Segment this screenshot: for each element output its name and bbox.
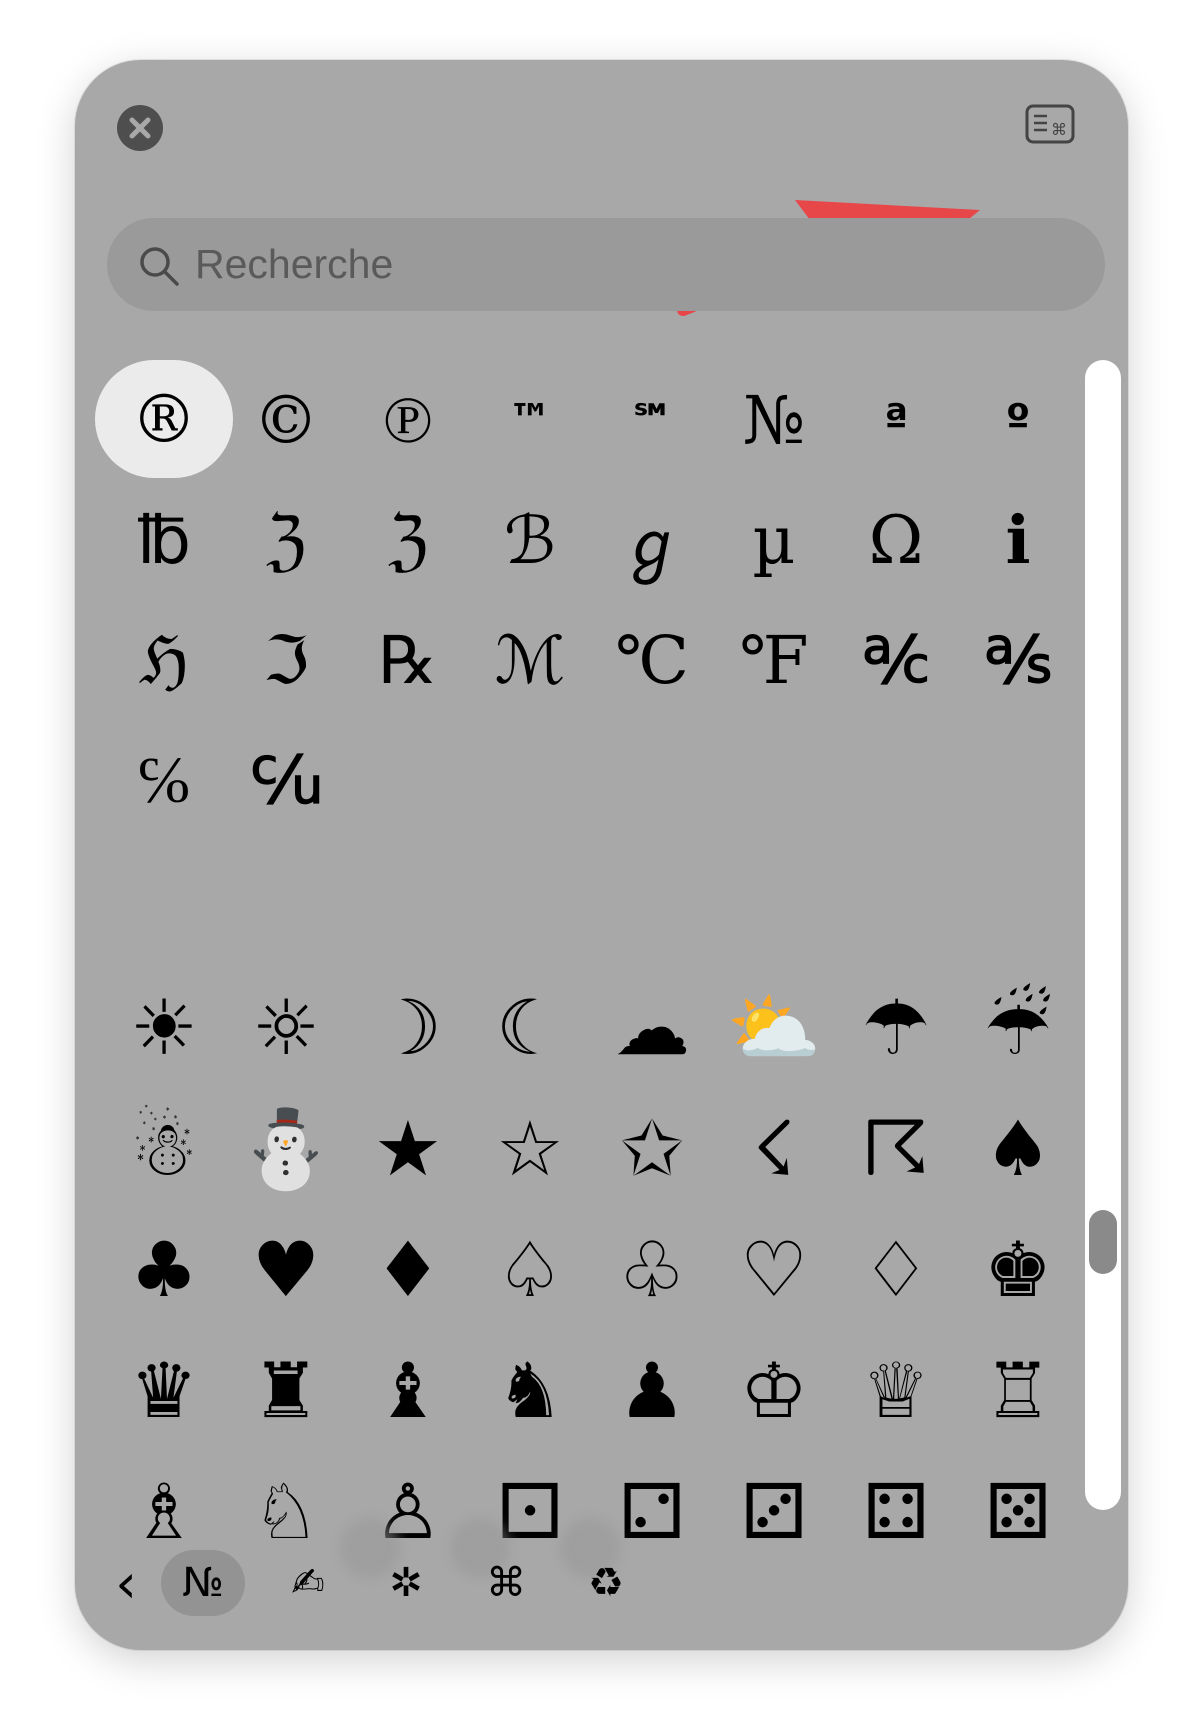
scrollbar[interactable] (1085, 360, 1121, 1510)
symbol-cell[interactable]: ℆ (225, 720, 347, 840)
symbol-cell[interactable]: ☔ (957, 967, 1079, 1088)
category-tab-bar: ‹ № ✍ ✲ ⌘ ♻ (101, 1546, 1101, 1626)
symbol-cell[interactable]: ☾ (469, 967, 591, 1088)
symbol-cell[interactable]: ★ (347, 1088, 469, 1209)
symbol-cell[interactable]: ☂ (835, 967, 957, 1088)
symbol-cell[interactable]: ⛅ (713, 967, 835, 1088)
symbol-cell[interactable]: ♔ (713, 1330, 835, 1451)
symbol-cell[interactable]: ℌ (103, 600, 225, 720)
symbol-cell[interactable]: ℨ (347, 480, 469, 600)
symbol-cell[interactable]: º (957, 360, 1079, 480)
symbol-cell[interactable]: ™ (469, 360, 591, 480)
symbol-cell[interactable]: ℊ (591, 480, 713, 600)
symbol-cell[interactable]: ♚ (957, 1209, 1079, 1330)
symbol-cell[interactable]: ☇ (713, 1088, 835, 1209)
symbol-cell[interactable]: ☆ (469, 1088, 591, 1209)
symbol-cell[interactable]: ☈ (835, 1088, 957, 1209)
expand-character-viewer-button[interactable]: ⌘ (1025, 104, 1075, 144)
symbol-cell[interactable]: ℹ (957, 480, 1079, 600)
search-input[interactable] (195, 218, 795, 311)
search-field[interactable] (107, 218, 1105, 311)
symbol-cell[interactable]: ♢ (835, 1209, 957, 1330)
symbol-cell[interactable]: ℁ (957, 600, 1079, 720)
tab-technical-symbols[interactable]: ⌘ (471, 1550, 541, 1616)
symbol-cell[interactable]: µ (713, 480, 835, 600)
symbol-cell[interactable]: ♖ (957, 1330, 1079, 1451)
symbol-cell[interactable]: ♛ (103, 1330, 225, 1451)
symbol-cell[interactable]: ℑ (225, 600, 347, 720)
symbol-cell[interactable]: ♞ (469, 1330, 591, 1451)
symbol-cell[interactable]: ℨ (225, 480, 347, 600)
symbol-cell[interactable]: ☼ (225, 967, 347, 1088)
symbol-cell[interactable]: ℅ (103, 720, 225, 840)
pictograph-symbols-grid: ☀ ☼ ☽ ☾ ☁ ⛅ ☂ ☔ ☃ ⛄ ★ ☆ ✩ ☇ ☈ ♠ ♣ ♥ ♦ ♤ ♧ ♡ ♢ ♚ ♛ ♜ ♝ ♞ ♟ ♔ ♕ ♖ ♗ ♘ ♙ ⚀ ⚁ ⚂ ⚃ ⚄ (103, 967, 1079, 1572)
symbol-cell[interactable]: ℠ (591, 360, 713, 480)
symbol-cell[interactable]: ♟ (591, 1330, 713, 1451)
symbol-cell[interactable]: ℗ (347, 360, 469, 480)
symbol-cell[interactable]: ℳ (469, 600, 591, 720)
symbol-cell[interactable]: ♥ (225, 1209, 347, 1330)
symbol-cell[interactable]: ☁ (591, 967, 713, 1088)
tab-pictographs[interactable]: ✍ (273, 1550, 343, 1616)
search-icon (140, 247, 179, 286)
symbol-cell[interactable]: ♣ (103, 1209, 225, 1330)
tab-recycle[interactable]: ♻ (571, 1550, 641, 1616)
symbol-cell[interactable]: ℬ (469, 480, 591, 600)
symbol-cell[interactable]: ® (95, 360, 233, 478)
symbol-cell[interactable]: ℔ (103, 480, 225, 600)
symbol-cell[interactable]: ✩ (591, 1088, 713, 1209)
symbol-cell[interactable]: ª (835, 360, 957, 480)
tab-bullets-stars[interactable]: ✲ (371, 1550, 441, 1616)
symbol-cell[interactable]: ♠ (957, 1088, 1079, 1209)
symbol-cell[interactable]: ♤ (469, 1209, 591, 1330)
close-icon (129, 117, 151, 139)
symbol-cell[interactable]: ♡ (713, 1209, 835, 1330)
tab-back[interactable]: ‹ (101, 1550, 151, 1616)
symbol-cell[interactable]: ℃ (591, 600, 713, 720)
symbol-cell[interactable]: ⛄ (225, 1088, 347, 1209)
close-button[interactable] (117, 105, 163, 151)
svg-text:⌘: ⌘ (1051, 120, 1067, 139)
symbol-cell[interactable]: ℉ (713, 600, 835, 720)
character-viewer-panel: ⌘ ®©℗™℠№ªº℔ℨℨℬℊµΩℹℌℑ℞ℳ℃℉℀℁℅℆ ☀☼☽☾☁⛅☂☔☃⛄★… (75, 60, 1128, 1650)
symbol-cell[interactable]: ♧ (591, 1209, 713, 1330)
symbol-cell[interactable]: ♕ (835, 1330, 957, 1451)
letterlike-symbols-grid: ® © ℗ ™ ℠ № ª º ℔ ℨ ℨ ℬℊ µ Ωℹ ℌ ℑ ℞ ℳ ℃ ℉ ℀ ℁ ℅ ℆ (95, 360, 1079, 840)
symbol-cell[interactable]: ♜ (225, 1330, 347, 1451)
symbol-cell[interactable]: № (713, 360, 835, 480)
symbol-cell[interactable]: ☀ (103, 967, 225, 1088)
symbol-cell[interactable]: ☽ (347, 967, 469, 1088)
symbol-cell[interactable]: Ω (835, 480, 957, 600)
scroll-thumb[interactable] (1089, 1210, 1117, 1274)
symbol-cell[interactable]: ♦ (347, 1209, 469, 1330)
symbol-cell[interactable]: ℞ (347, 600, 469, 720)
tab-letterlike-symbols[interactable]: № (161, 1550, 245, 1616)
symbol-cell[interactable]: ℀ (835, 600, 957, 720)
symbol-cell[interactable]: © (225, 360, 347, 480)
symbol-cell[interactable]: ♝ (347, 1330, 469, 1451)
symbol-cell[interactable]: ☃ (103, 1088, 225, 1209)
character-viewer-icon: ⌘ (1025, 104, 1075, 144)
